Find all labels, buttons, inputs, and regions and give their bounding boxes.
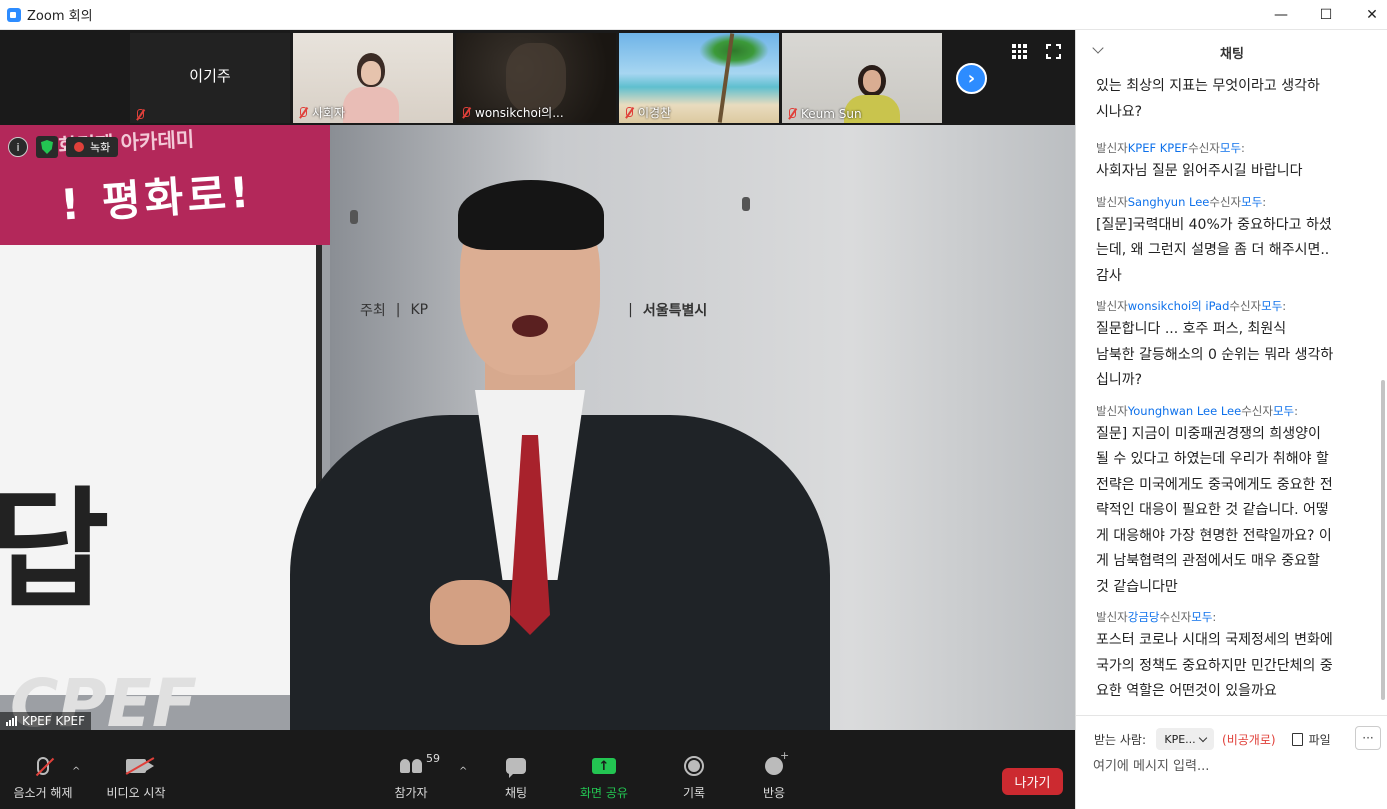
message-text: 질문] 지금이 미중패권경쟁의 희생양이 될 수 있다고 하였는데 우리가 취해… [1096,425,1333,595]
private-note: (비공개로) [1222,732,1276,747]
gallery-view-icon[interactable] [1012,44,1027,59]
message-meta: 발신자Younghwan Lee Lee수신자모두: [1096,403,1299,418]
chevron-down-icon[interactable] [1092,42,1104,54]
chat-message: 발신자Sanghyun Lee수신자모두: [질문]국력대비 40%가 중요하다… [1096,193,1352,290]
participant-tile[interactable]: 이경찬 [619,33,779,123]
message-text: 사회자님 질문 읽어주시길 바랍니다 [1096,163,1303,179]
recipient-select[interactable]: KPE... [1156,728,1215,750]
participant-label: Keum Sun [801,107,862,121]
participant-label: 사회자 [312,106,346,120]
chat-message: 발신자Younghwan Lee Lee수신자모두: 질문] 지금이 미중패권경… [1096,402,1352,601]
zoom-icon [7,7,21,22]
participant-tile[interactable]: wonsikchoi의... [456,33,616,123]
video-off-icon [126,759,154,773]
participant-name: 사회자 [297,104,345,121]
unmute-button[interactable]: 음소거 해제 [12,754,74,801]
participant-name: wonsikchoi의... [460,104,564,121]
message-text: [질문]국력대비 40%가 중요하다고 하셨 는데, 왜 그런지 설명을 좀 더… [1096,216,1332,284]
message-input[interactable] [1093,754,1363,778]
record-dot-icon [74,142,84,152]
microphone-muted-icon [37,757,49,775]
active-speaker-video: 평화경제 아카데미 ! 평화로! 답 CPEF 주최 | KP | 서울특별시 [0,125,1075,730]
participants-options-caret[interactable]: ^ [459,766,467,777]
message-meta: 발신자KPEF KPEF수신자모두: [1096,141,1245,155]
next-page-button[interactable]: › [956,63,987,94]
close-button[interactable]: ✕ [1349,0,1387,30]
participant-tile[interactable]: 이기주 [130,33,290,123]
chevron-down-icon [1198,733,1207,742]
recording-badge[interactable]: 녹화 [66,137,119,157]
participant-label: 이경찬 [638,106,672,120]
to-label: 받는 사람: [1094,732,1147,747]
more-options-button[interactable]: ··· [1355,726,1381,750]
message-meta: 발신자Sanghyun Lee수신자모두: [1096,194,1267,209]
chat-button[interactable]: 채팅 [499,754,533,801]
chat-icon [506,758,526,778]
participant-label: wonsikchoi의... [475,106,564,120]
chat-messages[interactable]: 있는 최상의 지표는 무엇이라고 생각하 시나요? 발신자KPEF KPEF수신… [1076,74,1387,715]
chat-composer: 받는 사람: KPE... (비공개로) 파일 ··· [1076,715,1387,809]
speaker-name-label: KPEF KPEF [0,712,91,730]
participants-button[interactable]: 59 참가자 [390,752,440,801]
participant-strip: 이기주 사회자 wonsikchoi의... 이경찬 Keum Sun › [0,30,1075,125]
maximize-button[interactable]: ☐ [1303,0,1349,30]
minimize-button[interactable]: — [1258,0,1304,30]
window-title: Zoom 회의 [27,9,93,24]
speaker-person [290,180,830,730]
record-icon [684,756,704,776]
chat-title: 채팅 [1220,46,1244,62]
info-icon[interactable]: i [8,137,28,157]
audio-options-caret[interactable]: ^ [72,766,80,777]
participant-video [343,53,399,123]
emoji-add-icon [765,749,789,775]
chat-panel: 채팅 있는 최상의 지표는 무엇이라고 생각하 시나요? 발신자KPEF KPE… [1075,30,1387,809]
security-shield-icon[interactable] [36,136,58,158]
share-screen-button[interactable]: ↑ 화면 공유 [576,754,632,801]
file-icon [1291,732,1303,746]
fullscreen-icon[interactable] [1045,43,1062,60]
message-text: 질문합니다 ... 호주 퍼스, 최원식 남북한 갈등해소의 0 순위는 뭐라 … [1096,321,1334,388]
message-text: 있는 최상의 지표는 무엇이라고 생각하 시나요? [1096,78,1320,120]
participant-name: 이경찬 [623,104,671,121]
muted-icon [623,106,634,119]
meeting-area: 이기주 사회자 wonsikchoi의... 이경찬 Keum Sun › 아카… [0,30,1075,809]
virtual-background [699,33,769,68]
meeting-toolbar: 음소거 해제 ^ 비디오 시작 59 참가자 ^ 채팅 ↑ 화면 공유 기록 반… [0,730,1075,809]
chat-message: 발신자wonsikchoi의 iPad수신자모두: 질문합니다 ... 호주 퍼… [1096,297,1352,394]
muted-icon [786,108,797,120]
file-button[interactable]: 파일 [1291,731,1331,748]
participant-name: Keum Sun [786,107,862,121]
record-button[interactable]: 기록 [677,754,711,801]
chat-scrollbar[interactable] [1381,380,1385,700]
chat-message: 있는 최상의 지표는 무엇이라고 생각하 시나요? [1096,74,1352,125]
participant-name [134,109,145,121]
message-meta: 발신자wonsikchoi의 iPad수신자모두: [1096,299,1287,313]
meeting-status: i 녹화 [8,136,119,158]
chat-message: 발신자KPEF KPEF수신자모두: 사회자님 질문 읽어주시길 바랍니다 [1096,139,1352,185]
participant-big-name: 이기주 [189,67,231,85]
start-video-button[interactable]: 비디오 시작 [103,754,169,801]
title-bar: Zoom 회의 [0,0,1387,30]
chat-header: 채팅 [1076,30,1387,74]
muted-icon [460,106,471,119]
participant-tile[interactable]: 사회자 [293,33,453,123]
signal-icon [6,716,17,726]
participant-tile[interactable]: Keum Sun [782,33,942,123]
message-meta: 발신자강금당수신자모두: [1096,610,1217,624]
muted-icon [134,109,145,121]
presentation-screen: 답 CPEF [0,245,322,730]
participants-icon [400,759,422,773]
reactions-button[interactable]: 반응 [757,749,791,801]
share-screen-icon: ↑ [592,758,616,774]
message-text: 포스터 코로나 시대의 국제정세의 변화에 국가의 정책도 중요하지만 민간단체… [1096,632,1333,699]
participant-video [506,43,566,113]
leave-button[interactable]: 나가기 [1002,768,1063,795]
chat-message: 발신자강금당수신자모두: 포스터 코로나 시대의 국제정세의 변화에 국가의 정… [1096,608,1352,705]
muted-icon [297,106,308,119]
